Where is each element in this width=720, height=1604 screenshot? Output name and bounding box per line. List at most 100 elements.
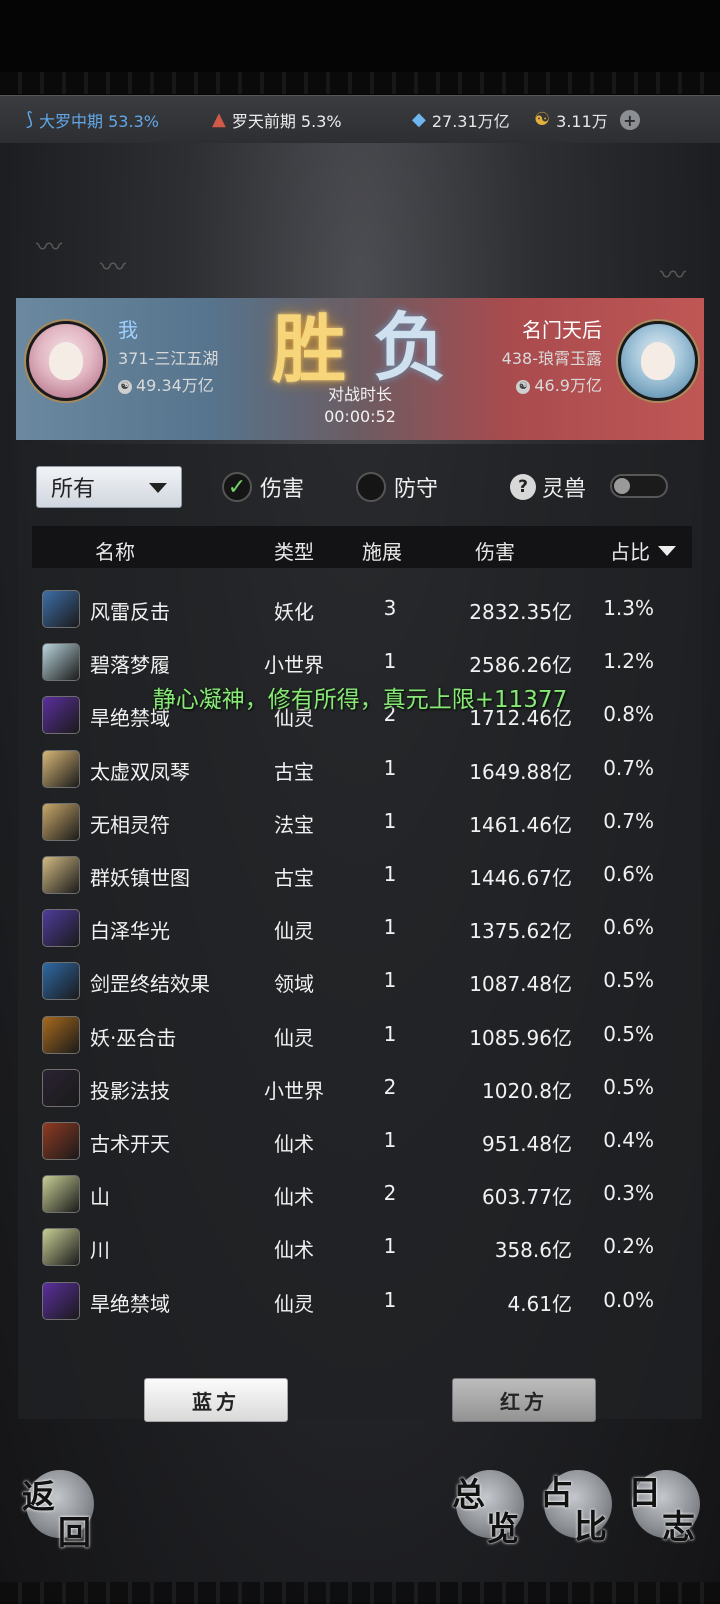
damage-ratio: 0.5% [603,1074,654,1099]
opponent-power: ☯ 46.9万亿 [516,372,602,396]
skill-icon [42,643,80,682]
spirit-beast-toggle[interactable] [610,474,668,498]
damage-checkbox[interactable]: ✓ 伤害 [222,472,304,502]
skill-type: 领域 [274,972,314,997]
defense-checkbox[interactable]: 防守 [356,472,438,502]
table-row[interactable]: 川 仙术 1 358.6亿 0.2% [0,1220,720,1274]
header-type[interactable]: 类型 [254,536,334,565]
damage-value: 951.48亿 [482,1132,572,1156]
resource-bar: ⟆ 大罗中期 53.3% ▲ 罗天前期 5.3% ◆ 27.31万亿 ☯ 3.1… [0,95,720,145]
table-row[interactable]: 投影法技 小世界 2 1020.8亿 0.5% [0,1061,720,1115]
skill-icon [42,1015,80,1054]
damage-value: 1446.67亿 [469,866,572,890]
table-row[interactable]: 无相灵符 法宝 1 1461.46亿 0.7% [0,795,720,849]
skill-icon [42,802,80,841]
header-name[interactable]: 名称 [90,536,140,565]
damage-ratio: 0.5% [603,1021,654,1046]
skill-name: 妖·巫合击 [90,1025,177,1050]
table-row[interactable]: 风雷反击 妖化 3 2832.35亿 1.3% [0,582,720,636]
cast-count: 1 [383,649,397,674]
skill-name: 群妖镇世图 [90,866,190,890]
table-row[interactable]: 群妖镇世图 古宝 1 1446.67亿 0.6% [0,848,720,902]
back-label-1: 返 [22,1477,55,1516]
top-decor [0,72,720,94]
damage-value: 1020.8亿 [482,1078,572,1103]
skill-icon [42,856,80,894]
skill-type: 仙灵 [274,919,314,944]
skill-icon [42,749,80,788]
chevron-down-icon [149,483,167,493]
skill-type: 小世界 [264,1078,324,1103]
table-row[interactable]: 山 仙术 2 603.77亿 0.3% [0,1167,720,1221]
cast-count: 1 [383,755,397,780]
red-side-button[interactable]: 红方 [452,1378,596,1422]
ratio-label-2: 比 [574,1507,607,1546]
back-label-2: 回 [58,1513,91,1552]
question-icon[interactable]: ? [510,474,536,500]
skill-icon [42,1281,80,1320]
damage-ratio: 1.3% [603,596,654,620]
table-row[interactable]: 妖·巫合击 仙灵 1 1085.96亿 0.5% [0,1008,720,1062]
damage-ratio: 0.0% [603,1287,654,1312]
water-drop-icon: ◆ [412,109,426,130]
add-currency-button[interactable]: + [619,110,640,130]
checkmark-icon: ✓ [222,472,252,502]
skill-name: 无相灵符 [90,812,170,837]
skill-icon [42,1122,80,1160]
skill-name: 风雷反击 [90,600,170,624]
spirit-stones[interactable]: ◆ 27.31万亿 [412,96,510,144]
damage-value: 2832.35亿 [469,600,572,624]
skill-name: 山 [90,1185,110,1210]
skill-type: 仙术 [274,1185,314,1210]
skill-icon [42,962,80,1001]
skill-type: 仙术 [274,1238,314,1263]
skill-type: 妖化 [274,600,314,624]
blue-side-button[interactable]: 蓝方 [144,1378,288,1422]
crane-icon: 〰 [100,253,127,283]
damage-ratio: 0.5% [603,968,654,993]
skill-name: 剑罡终结效果 [90,972,210,997]
filter-dropdown[interactable]: 所有 [36,466,182,508]
skill-name: 古术开天 [90,1132,170,1156]
realm-progress-1[interactable]: ⟆ 大罗中期 53.3% [26,96,159,144]
skill-type: 仙灵 [274,1291,314,1316]
cast-count: 1 [383,968,397,993]
skill-type: 古宝 [274,866,314,890]
skill-name: 白泽华光 [90,919,170,944]
damage-value: 1087.48亿 [469,972,572,997]
fan-icon: ⟆ [26,109,34,130]
table-row[interactable]: 旱绝禁域 仙灵 1 4.61亿 0.0% [0,1274,720,1328]
header-casts[interactable]: 施展 [350,536,414,565]
skill-type: 仙术 [274,1132,314,1156]
duration-label: 对战时长 [327,385,392,404]
overview-label-1: 总 [452,1475,485,1514]
damage-value: 4.61亿 [507,1291,572,1316]
header-damage[interactable]: 伤害 [460,536,530,565]
skill-icon [42,590,80,628]
skill-icon [42,909,80,948]
damage-ratio: 0.6% [603,862,654,886]
damage-ratio: 0.6% [603,915,654,940]
skill-type: 仙灵 [274,1025,314,1050]
cultivation-toast: 静心凝神，修有所得，真元上限+11377 [152,687,568,713]
damage-ratio: 1.2% [603,649,654,674]
spirit-beast-option[interactable]: ? 灵兽 [510,472,586,502]
table-row[interactable]: 太虚双凤琴 古宝 1 1649.88亿 0.7% [0,742,720,796]
table-row[interactable]: 剑罡终结效果 领域 1 1087.48亿 0.5% [0,954,720,1008]
table-row[interactable]: 白泽华光 仙灵 1 1375.62亿 0.6% [0,901,720,955]
header-ratio-sort[interactable]: 占比 [580,536,680,565]
damage-value: 603.77亿 [482,1185,572,1210]
ratio-label-1: 占 [540,1473,573,1512]
crane-icon: 〰 [36,233,63,263]
coin-balance[interactable]: ☯ 3.11万 + [534,96,640,144]
cast-count: 1 [383,915,397,940]
table-row[interactable]: 古术开天 仙术 1 951.48亿 0.4% [0,1114,720,1168]
mountain-icon: ▲ [212,109,226,130]
opponent-name: 名门天后 [522,318,602,342]
opponent-avatar[interactable] [618,321,698,401]
realm-progress-2[interactable]: ▲ 罗天前期 5.3% [212,96,342,144]
damage-ratio: 0.7% [603,808,654,833]
lose-label: 负 [373,305,447,391]
skill-name: 太虚双凤琴 [90,759,190,784]
log-label-1: 日 [628,1473,661,1512]
